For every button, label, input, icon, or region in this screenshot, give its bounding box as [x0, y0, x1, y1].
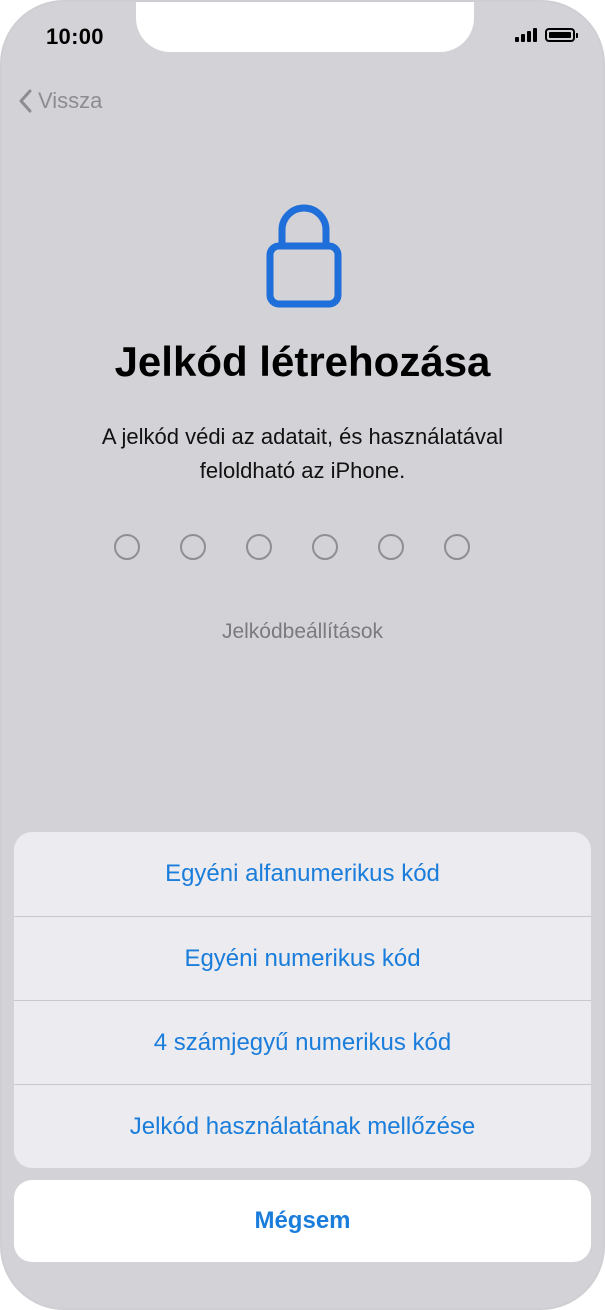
action-sheet: Egyéni alfanumerikus kód Egyéni numeriku…	[14, 832, 591, 1168]
passcode-dot	[114, 534, 140, 560]
status-time: 10:00	[46, 24, 104, 49]
chevron-left-icon	[19, 89, 32, 113]
passcode-dots	[114, 534, 470, 560]
option-custom-alphanumeric[interactable]: Egyéni alfanumerikus kód	[14, 832, 591, 916]
lock-icon	[266, 204, 342, 308]
page-title: Jelkód létrehozása	[114, 338, 491, 385]
back-label: Vissza	[38, 88, 103, 113]
page-subtitle: A jelkód védi az adatait, és használatáv…	[101, 424, 504, 483]
status-icons	[515, 28, 578, 42]
battery-icon	[545, 28, 578, 42]
phone-screen: 10:00 Vissza Jelkód létrehozása A jelkód…	[0, 0, 605, 1310]
passcode-dot	[180, 534, 206, 560]
notch	[136, 2, 474, 52]
passcode-options-link[interactable]: Jelkódbeállítások	[2, 620, 603, 644]
cellular-signal-icon	[515, 28, 537, 42]
option-4-digit-numeric[interactable]: 4 számjegyű numerikus kód	[14, 1000, 591, 1084]
passcode-dot	[378, 534, 404, 560]
option-no-passcode[interactable]: Jelkód használatának mellőzése	[14, 1084, 591, 1168]
cancel-button[interactable]: Mégsem	[14, 1180, 591, 1262]
back-button[interactable]: Vissza	[18, 88, 102, 114]
passcode-dot	[246, 534, 272, 560]
option-custom-numeric[interactable]: Egyéni numerikus kód	[14, 916, 591, 1000]
passcode-dot	[312, 534, 338, 560]
passcode-dot	[444, 534, 470, 560]
